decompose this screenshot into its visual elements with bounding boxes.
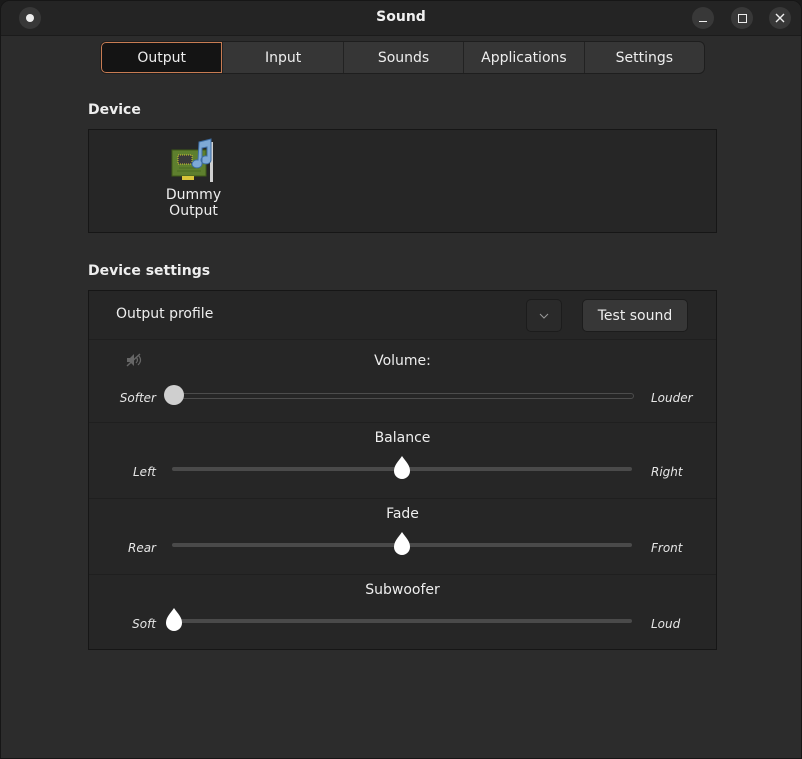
subwoofer-max-label: Loud	[651, 617, 681, 631]
output-profile-label: Output profile	[116, 306, 214, 322]
tab-sounds[interactable]: Sounds	[342, 42, 463, 73]
tab-input[interactable]: Input	[222, 42, 342, 73]
volume-min-label: Softer	[119, 391, 156, 405]
subwoofer-slider-track[interactable]	[172, 619, 632, 623]
chevron-down-icon	[539, 313, 549, 319]
volume-heading: Volume:	[374, 353, 431, 369]
fade-max-label: Front	[651, 541, 683, 555]
sound-window: Sound Output Input Sounds Applications S…	[0, 0, 802, 759]
volume-slider-track[interactable]	[172, 393, 634, 399]
fade-heading: Fade	[386, 506, 419, 522]
balance-heading: Balance	[374, 430, 431, 446]
volume-row: Volume: Softer Louder	[89, 340, 716, 423]
tab-settings[interactable]: Settings	[583, 42, 704, 73]
balance-max-label: Right	[651, 465, 683, 479]
output-profile-dropdown[interactable]	[526, 299, 562, 332]
tab-output[interactable]: Output	[101, 42, 223, 73]
volume-max-label: Louder	[651, 391, 693, 405]
balance-row: Balance Left Right	[89, 423, 716, 499]
sound-card-icon	[171, 138, 213, 182]
device-list: Dummy Output	[88, 129, 717, 233]
tab-bar: Output Input Sounds Applications Setting…	[100, 41, 705, 74]
title-bar: Sound	[1, 1, 801, 36]
minimize-button[interactable]	[692, 7, 714, 29]
tab-applications[interactable]: Applications	[463, 42, 583, 73]
maximize-icon	[737, 13, 747, 23]
subwoofer-heading: Subwoofer	[365, 582, 440, 598]
fade-min-label: Rear	[127, 541, 156, 555]
minimize-icon	[699, 20, 707, 23]
fade-row: Fade Rear Front	[89, 499, 716, 575]
maximize-button[interactable]	[731, 7, 753, 29]
close-button[interactable]	[769, 7, 791, 29]
subwoofer-min-label: Soft	[132, 617, 156, 631]
subwoofer-slider-handle[interactable]	[164, 608, 184, 632]
window-title: Sound	[376, 9, 426, 25]
volume-slider-handle[interactable]	[164, 385, 184, 405]
balance-slider-handle[interactable]	[392, 456, 412, 480]
close-icon	[775, 13, 785, 23]
subwoofer-row: Subwoofer Soft Loud	[89, 575, 716, 649]
fade-slider-handle[interactable]	[392, 532, 412, 556]
device-settings-section-label: Device settings	[88, 263, 211, 279]
device-name: Dummy Output	[165, 187, 222, 219]
output-profile-row: Output profile Test sound	[89, 291, 716, 340]
device-item[interactable]: Dummy Output	[141, 138, 246, 219]
test-sound-button[interactable]: Test sound	[582, 299, 688, 332]
device-section-label: Device	[88, 102, 141, 118]
balance-min-label: Left	[133, 465, 156, 479]
device-settings-panel: Output profile Test sound Volume: Softer…	[88, 290, 717, 650]
